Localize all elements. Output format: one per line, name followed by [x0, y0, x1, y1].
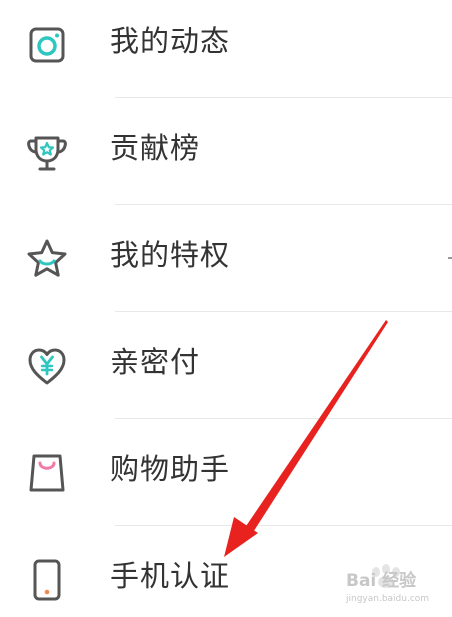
menu-item-my-moments[interactable]: 我的动态	[0, 0, 452, 101]
menu-item-leaderboard[interactable]: 贡献榜	[0, 102, 452, 208]
watermark-url: jingyan.baidu.com	[346, 594, 430, 604]
divider	[115, 204, 452, 205]
menu-item-label: 贡献榜	[110, 131, 201, 165]
menu-item-label: 我的动态	[110, 24, 231, 58]
star-icon	[27, 239, 67, 277]
settings-menu: 我的动态 贡献榜 我的特权 亲密付 购物助手 手机认证 Bai 经验 jingy…	[0, 0, 452, 617]
camera-icon	[29, 27, 65, 63]
menu-item-label: 亲密付	[110, 345, 201, 379]
watermark-text: Bai 经验	[346, 571, 417, 591]
divider	[115, 418, 452, 419]
phone-icon	[33, 559, 61, 601]
menu-item-label: 手机认证	[110, 559, 231, 593]
menu-item-my-privileges[interactable]: 我的特权	[0, 209, 452, 315]
trophy-icon	[27, 136, 67, 171]
divider	[115, 525, 452, 526]
shopping-bag-icon	[29, 454, 65, 492]
scroll-edge-mark	[448, 257, 452, 259]
menu-item-intimate-pay[interactable]: 亲密付	[0, 316, 452, 422]
divider	[115, 311, 452, 312]
menu-item-shopping-assistant[interactable]: 购物助手	[0, 423, 452, 529]
heart-yuan-icon	[28, 348, 66, 385]
divider	[115, 97, 452, 98]
menu-item-label: 购物助手	[110, 452, 231, 486]
menu-item-label: 我的特权	[110, 238, 231, 272]
